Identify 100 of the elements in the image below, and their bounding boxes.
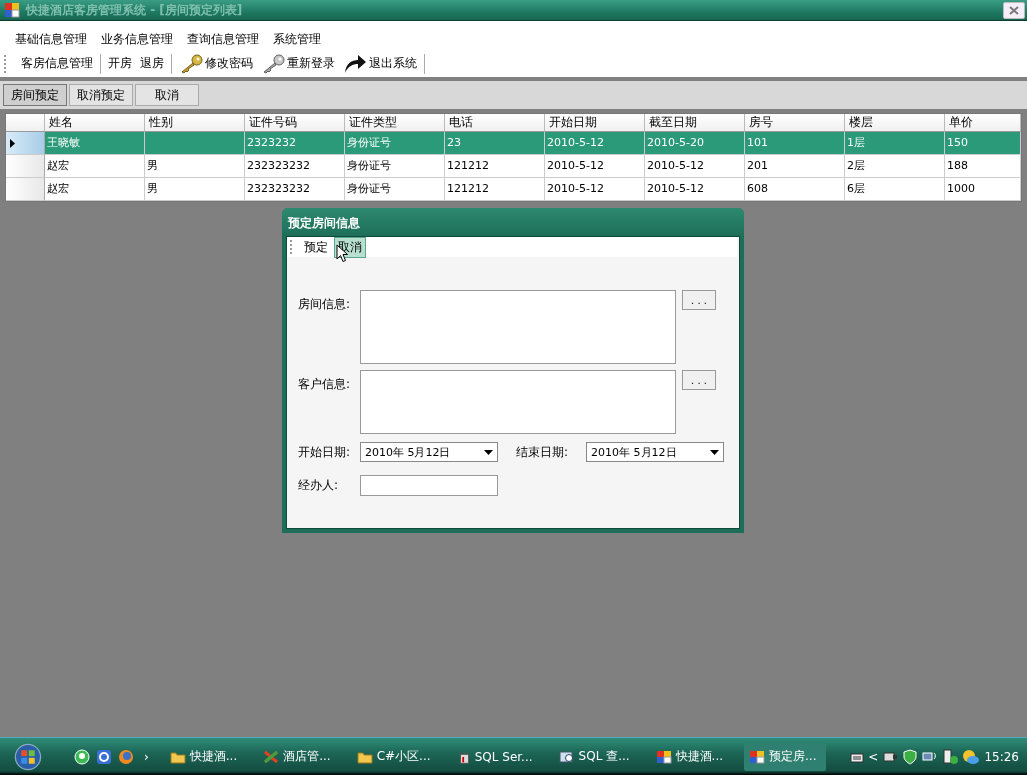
date-picker[interactable]: 2010年 5月12日 [360,442,498,462]
clock: 15:26 [984,749,1019,764]
header-corner [6,114,45,132]
device-icon [882,749,899,764]
weather-icon [962,748,981,765]
curved-arrow-icon [343,53,367,74]
column-header[interactable]: 电话 [445,114,545,132]
taskbar-button[interactable]: C#小区... [351,742,436,771]
toolbar-button[interactable]: 预定 [300,236,332,258]
close-button[interactable] [1003,1,1025,19]
table-cell: 121212 [445,178,545,201]
key-icon [261,53,285,74]
taskbar-button[interactable]: 快捷酒... [164,742,243,771]
taskbar-button[interactable]: 酒店管... [258,742,336,771]
column-header[interactable]: 证件号码 [245,114,345,132]
shield-icon [902,748,919,765]
table-cell: 2层 [845,155,945,178]
more-button[interactable]: › [143,749,149,764]
column-header[interactable]: 单价 [945,114,1021,132]
table-cell: 1层 [845,132,945,155]
table-cell: 6层 [845,178,945,201]
taskbar-button[interactable]: 快捷酒... [650,742,729,771]
key-icon [179,53,203,74]
toolbar-button[interactable]: 开房 [105,55,135,72]
field-label: 房间信息: [298,296,352,313]
tools-icon [263,749,280,764]
toolbar-button[interactable]: 重新登录 [258,53,338,74]
menu-item[interactable]: 业务信息管理 [94,30,180,48]
globe-icon [117,748,134,765]
current-row-icon [10,138,15,148]
table-cell: 赵宏 [45,178,145,201]
close-icon [1009,5,1019,15]
column-header[interactable]: 开始日期 [545,114,645,132]
table-cell: 2010-5-12 [545,132,645,155]
field-label: 经办人: [298,477,340,494]
keyboard-icon [850,750,865,763]
taskbar-button[interactable]: SQL Ser... [451,742,538,771]
table-cell: 男 [145,155,245,178]
query-icon [558,749,575,764]
menu-item[interactable]: 系统管理 [266,30,328,48]
table-cell: 王晓敏 [45,132,145,155]
taskbar-button[interactable]: SQL 查... [553,742,635,771]
table-cell: 2010-5-12 [645,155,745,178]
network-icon [922,749,939,764]
browser-icon [95,748,112,765]
table-cell: 232323232 [245,178,345,201]
table-cell: 男 [145,178,245,201]
menu-item[interactable]: 查询信息管理 [180,30,266,48]
column-header[interactable]: 房号 [745,114,845,132]
menu-item[interactable]: 基础信息管理 [8,30,94,48]
taskbar-button[interactable]: 预定房... [744,742,827,771]
action-button[interactable]: 房间预定 [3,84,67,106]
field-label: 客户信息: [298,376,352,393]
input-field[interactable] [360,475,498,496]
toolbar-button[interactable]: 修改密码 [176,53,256,74]
table-cell: 1000 [945,178,1021,201]
table-cell: 2010-5-12 [645,178,745,201]
toolbar-button[interactable]: 退房 [137,55,167,72]
column-header[interactable]: 姓名 [45,114,145,132]
folder-icon [169,749,186,764]
app-icon [4,2,20,18]
column-header[interactable]: 证件类型 [345,114,445,132]
action-button[interactable]: 取消 [135,84,199,106]
table-cell: 23 [445,132,545,155]
dropdown-arrow-icon [710,449,720,455]
folder-icon [356,749,373,764]
text-area[interactable] [360,370,676,434]
field-label: 开始日期: [298,444,352,461]
table-cell: 2010-5-12 [545,178,645,201]
app-icon [749,749,766,764]
browse-button[interactable]: . . . [682,370,716,390]
field-label: 结束日期: [516,443,569,461]
table-cell: 身份证号 [345,155,445,178]
column-header[interactable]: 性别 [145,114,245,132]
server-icon [456,749,471,764]
table-cell: 身份证号 [345,178,445,201]
table-cell: 150 [945,132,1021,155]
table-cell: 232323232 [245,155,345,178]
column-header[interactable]: 楼层 [845,114,945,132]
toolbar-button[interactable]: 客房信息管理 [18,55,96,72]
table-cell: 2323232 [245,132,345,155]
date-picker[interactable]: 2010年 5月12日 [586,442,725,462]
table-cell: 身份证号 [345,132,445,155]
table-cell: 赵宏 [45,155,145,178]
dialog-title: 预定房间信息 [282,208,744,236]
text-area[interactable] [360,290,676,364]
toolbar-button[interactable]: 退出系统 [340,53,420,74]
show-hidden-button[interactable]: < [868,749,879,764]
dropdown-arrow-icon [484,449,493,455]
column-header[interactable]: 截至日期 [645,114,745,132]
table-cell: 608 [745,178,845,201]
table-cell: 121212 [445,155,545,178]
action-button[interactable]: 取消预定 [69,84,133,106]
table-cell: 2010-5-20 [645,132,745,155]
browse-button[interactable]: . . . [682,290,716,310]
row-header[interactable] [6,132,45,155]
app-icon [655,749,672,764]
window-title: 快捷酒店客房管理系统 - [房间预定列表] [26,1,243,19]
table-cell: 2010-5-12 [545,155,645,178]
table-cell: 101 [745,132,845,155]
